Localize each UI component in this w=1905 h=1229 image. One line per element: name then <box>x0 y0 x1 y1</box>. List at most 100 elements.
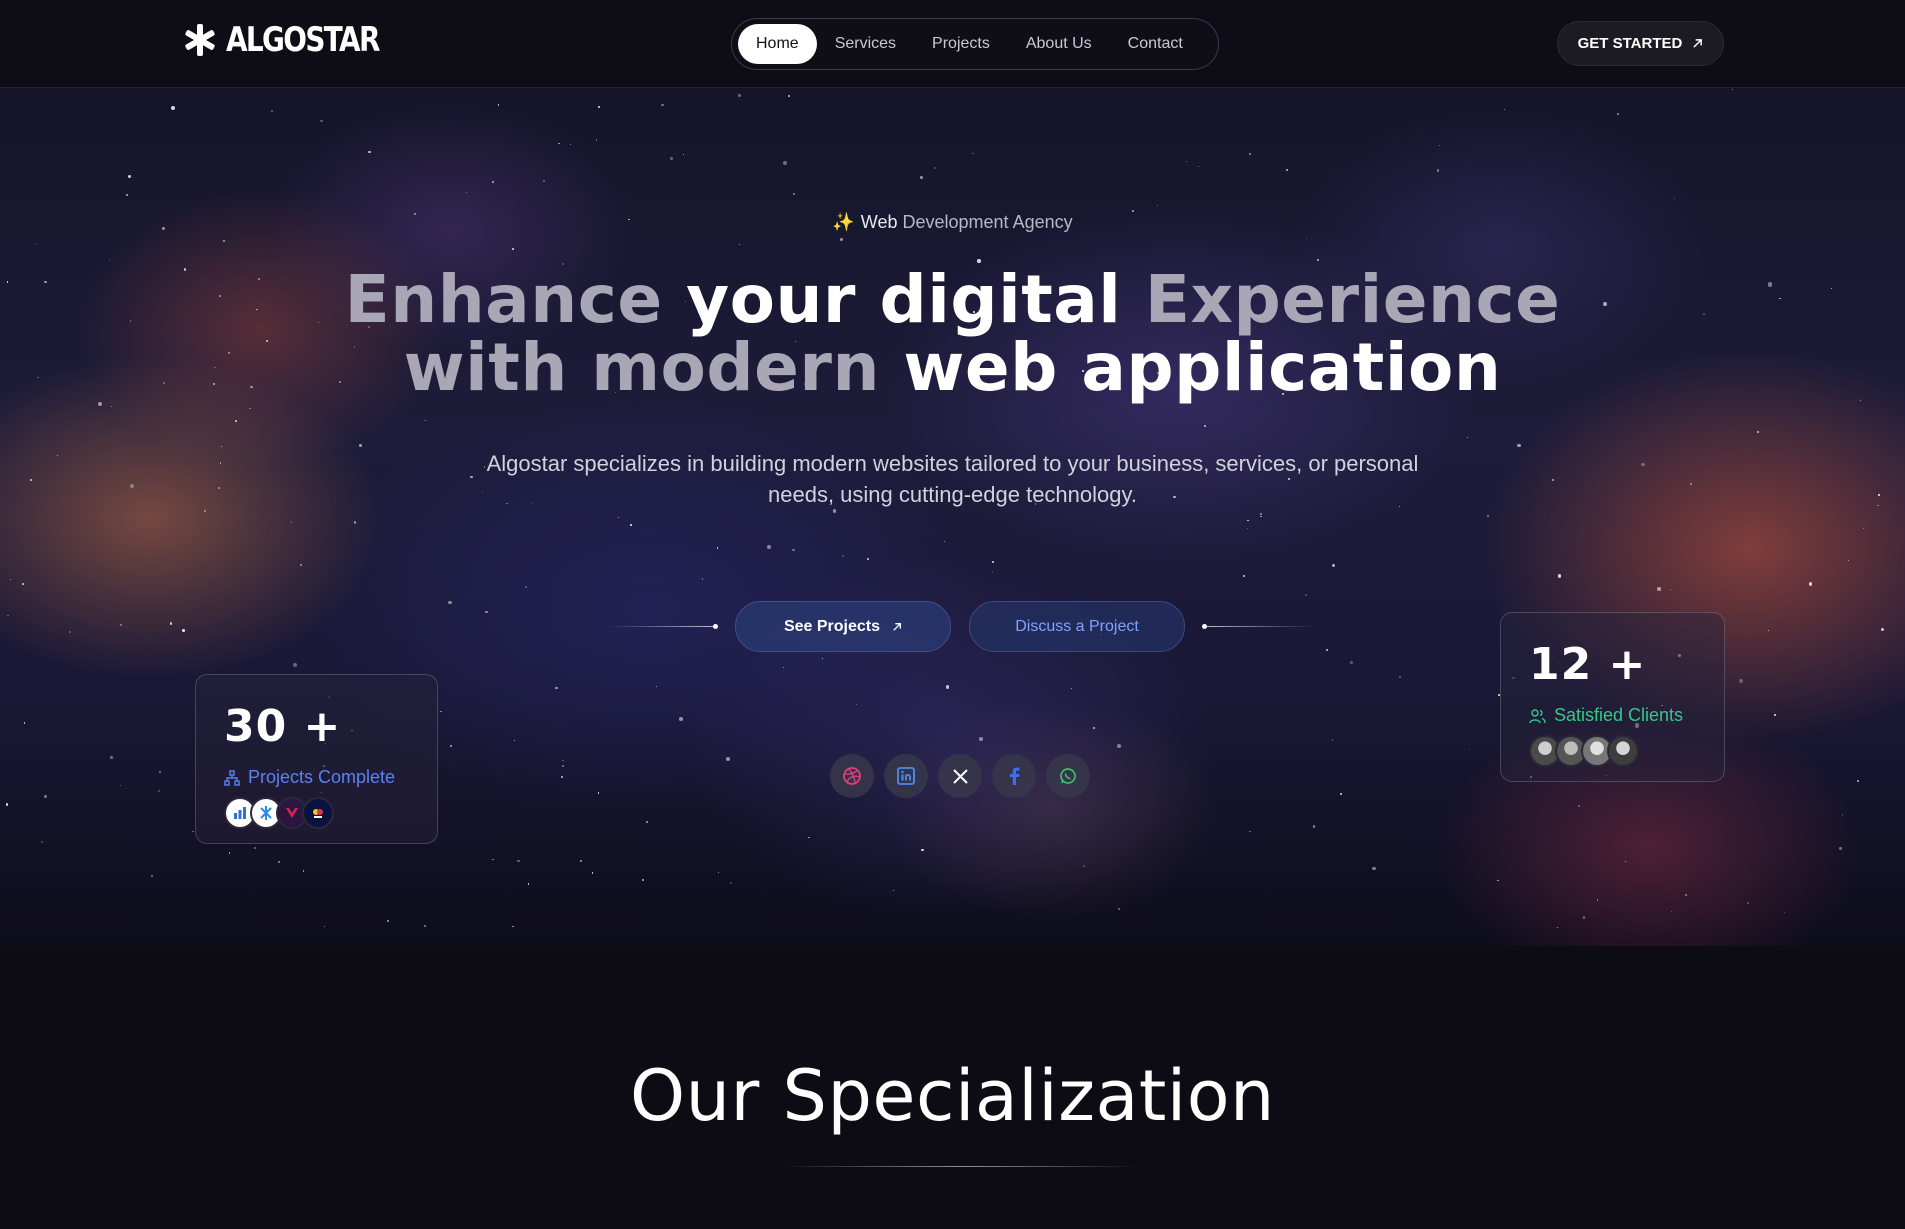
nav-home[interactable]: Home <box>738 24 817 64</box>
star <box>513 739 515 741</box>
star <box>821 657 824 660</box>
star <box>120 785 122 787</box>
star <box>1312 825 1315 828</box>
star <box>192 830 194 833</box>
star <box>1325 649 1328 652</box>
whatsapp-icon[interactable] <box>1046 754 1090 798</box>
star <box>920 176 923 179</box>
star <box>1747 901 1750 905</box>
star <box>945 685 949 689</box>
star <box>448 600 452 604</box>
star <box>1877 505 1879 507</box>
star <box>228 852 231 854</box>
star <box>1596 898 1599 901</box>
see-projects-label: See Projects <box>783 617 881 635</box>
hero-headline: Enhance your digital Experience with mod… <box>0 266 1905 402</box>
client-logos <box>224 797 334 829</box>
star <box>424 419 426 422</box>
star <box>630 524 632 526</box>
star <box>580 859 583 862</box>
star <box>292 663 297 668</box>
star <box>470 475 473 478</box>
nav-services[interactable]: Services <box>817 24 914 64</box>
star <box>466 191 468 193</box>
star <box>368 151 371 154</box>
star <box>1467 437 1469 439</box>
linkedin-icon[interactable] <box>884 754 928 798</box>
sparkles-icon: ✨ <box>832 212 855 232</box>
asterisk-logo-icon <box>185 24 215 56</box>
star <box>424 925 427 928</box>
star <box>1767 629 1769 632</box>
star <box>782 161 788 166</box>
nav-about-us[interactable]: About Us <box>1008 24 1110 64</box>
star <box>129 483 135 488</box>
star <box>1685 893 1687 896</box>
x-icon[interactable] <box>938 754 982 798</box>
star <box>562 765 565 768</box>
agency-badge: ✨ Web Development Agency <box>0 212 1905 233</box>
star <box>1071 688 1073 690</box>
star <box>110 406 112 408</box>
star <box>440 710 442 713</box>
star <box>570 144 572 146</box>
discuss-project-button[interactable]: Discuss a Project <box>969 601 1185 652</box>
star <box>485 610 488 614</box>
star <box>1349 660 1353 664</box>
dribbble-icon[interactable] <box>830 754 874 798</box>
star <box>235 419 238 422</box>
section-divider <box>782 1166 1142 1167</box>
star <box>992 560 994 563</box>
star <box>1757 431 1760 434</box>
star <box>933 167 936 170</box>
star <box>182 629 185 632</box>
star <box>203 509 206 513</box>
star <box>1784 912 1786 914</box>
star <box>450 745 453 748</box>
star <box>920 848 924 852</box>
star <box>1246 527 1249 530</box>
facebook-icon[interactable] <box>992 754 1036 798</box>
nav-contact[interactable]: Contact <box>1110 24 1201 64</box>
star <box>841 555 844 557</box>
star <box>1504 108 1506 110</box>
star <box>1690 483 1693 486</box>
clients-label-row: Satisfied Clients <box>1529 705 1683 726</box>
star <box>1738 678 1743 683</box>
nav-projects[interactable]: Projects <box>914 24 1008 64</box>
star <box>1197 165 1200 168</box>
headline-part: Enhance <box>344 261 687 338</box>
star <box>1641 463 1645 467</box>
star <box>44 794 48 798</box>
star <box>1331 563 1336 568</box>
brand-logo[interactable]: ALGOSTAR <box>182 18 412 62</box>
get-started-button[interactable]: GET STARTED <box>1557 21 1724 66</box>
star <box>1117 908 1120 911</box>
star <box>1399 675 1402 678</box>
star <box>670 157 673 161</box>
star <box>219 462 222 464</box>
star <box>1331 738 1334 741</box>
star <box>108 258 111 260</box>
star <box>512 247 515 250</box>
star <box>1249 830 1251 833</box>
client-avatars <box>1529 735 1639 767</box>
star <box>1848 559 1850 561</box>
star <box>109 755 113 759</box>
star <box>9 578 11 580</box>
star <box>1773 713 1776 716</box>
headline-part: your digital <box>686 261 1145 338</box>
star <box>892 889 895 892</box>
star <box>726 756 731 761</box>
star <box>34 243 36 245</box>
star <box>1285 169 1288 171</box>
star <box>170 105 175 110</box>
star <box>353 521 357 525</box>
headline-part: with modern <box>403 329 904 406</box>
decor-dot-left <box>713 624 718 629</box>
see-projects-button[interactable]: See Projects <box>735 601 951 652</box>
star <box>1438 144 1441 147</box>
star <box>739 244 741 246</box>
star <box>1340 792 1343 795</box>
star <box>1671 911 1673 913</box>
